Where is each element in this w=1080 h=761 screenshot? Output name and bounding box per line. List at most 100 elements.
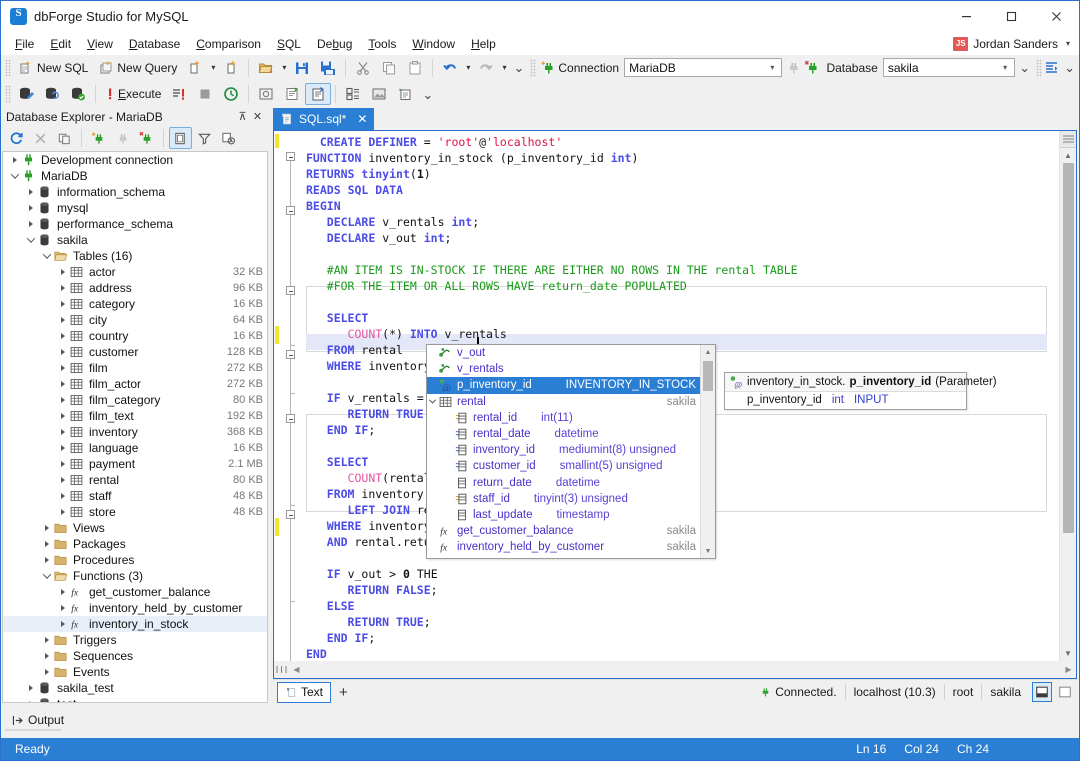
validate-database-button[interactable]	[65, 83, 91, 105]
toolbar2-overflow-icon[interactable]: ⌄	[418, 88, 437, 101]
execute-large-script-button[interactable]	[279, 83, 305, 105]
tree-node-rental[interactable]: rental80 KB	[3, 472, 267, 488]
collapse-arrow-icon[interactable]	[9, 173, 21, 179]
expand-arrow-icon[interactable]	[57, 413, 69, 419]
toolbar-grip[interactable]	[1036, 59, 1042, 77]
tree-node-category[interactable]: category16 KB	[3, 296, 267, 312]
close-icon[interactable]: ✕	[250, 110, 265, 123]
tree-node-actor[interactable]: actor32 KB	[3, 264, 267, 280]
expand-arrow-icon[interactable]	[25, 205, 37, 211]
save-all-button[interactable]	[315, 57, 341, 79]
autocomplete-item[interactable]: rental_idint(11)	[427, 410, 700, 426]
tree-node-views[interactable]: Views	[3, 520, 267, 536]
tree-node-country[interactable]: country16 KB	[3, 328, 267, 344]
autocomplete-scrollbar[interactable]: ▲ ▼	[700, 345, 715, 558]
open-file-button[interactable]	[253, 57, 279, 79]
new-object-button[interactable]	[182, 57, 208, 79]
collapse-arrow-icon[interactable]	[41, 573, 53, 579]
autocomplete-item[interactable]: rentalsakila	[427, 394, 700, 410]
autocomplete-list[interactable]: v_outv_rentals@p_inventory_idINVENTORY_I…	[427, 345, 700, 558]
fold-toggle-if-2[interactable]	[286, 510, 295, 519]
toolbar-overflow-icon[interactable]: ⌄	[509, 61, 528, 74]
expand-arrow-icon[interactable]	[9, 157, 21, 163]
toolbar-grip[interactable]	[5, 59, 11, 77]
editor-surface[interactable]: CREATE DEFINER = 'root'@'localhost'FUNCT…	[274, 131, 1076, 661]
scroll-right-arrow[interactable]: ▶	[1061, 665, 1076, 674]
autocomplete-item[interactable]: customer_idsmallint(5) unsigned	[427, 458, 700, 474]
scroll-thumb[interactable]	[1063, 163, 1074, 533]
new-file-button[interactable]	[218, 57, 244, 79]
chevron-down-icon[interactable]: ▾	[1063, 39, 1073, 48]
tree-node-staff[interactable]: staff48 KB	[3, 488, 267, 504]
chevron-down-icon[interactable]: ▾	[998, 63, 1012, 72]
scroll-up-arrow[interactable]: ▲	[701, 345, 716, 359]
expand-arrow-icon[interactable]	[41, 541, 53, 547]
expand-arrow-icon[interactable]	[57, 493, 69, 499]
expand-arrow-icon[interactable]	[41, 525, 53, 531]
tree-node-sequences[interactable]: Sequences	[3, 648, 267, 664]
fold-toggle-function[interactable]	[286, 152, 295, 161]
collapse-arrow-icon[interactable]	[41, 253, 53, 259]
menu-edit[interactable]: Edit	[42, 34, 79, 54]
delete-button[interactable]	[29, 127, 52, 149]
scroll-down-arrow[interactable]: ▼	[1060, 646, 1077, 661]
expand-arrow-icon[interactable]	[41, 557, 53, 563]
add-result-tab-button[interactable]: +	[331, 685, 356, 700]
collapse-arrow-icon[interactable]	[427, 399, 438, 404]
stop-button[interactable]	[192, 83, 218, 105]
new-connection-icon[interactable]	[540, 60, 556, 76]
tree-node-language[interactable]: language16 KB	[3, 440, 267, 456]
autocomplete-item[interactable]: fxinventory_held_by_customersakila	[427, 539, 700, 555]
menu-comparison[interactable]: Comparison	[188, 34, 269, 54]
expand-arrow-icon[interactable]	[57, 269, 69, 275]
expand-arrow-icon[interactable]	[57, 509, 69, 515]
expand-arrow-icon[interactable]	[25, 685, 37, 691]
tree-node-mariadb[interactable]: MariaDB	[3, 168, 267, 184]
expand-arrow-icon[interactable]	[25, 701, 37, 703]
tree-node-inventory[interactable]: inventory368 KB	[3, 424, 267, 440]
expand-arrow-icon[interactable]	[57, 621, 69, 627]
expand-arrow-icon[interactable]	[57, 301, 69, 307]
duplicate-object-button[interactable]	[53, 127, 76, 149]
toolbar-grip[interactable]	[530, 59, 536, 77]
expand-arrow-icon[interactable]	[25, 189, 37, 195]
execute-button[interactable]: Execute	[100, 83, 166, 105]
menu-sql[interactable]: SQL	[269, 34, 309, 54]
expand-arrow-icon[interactable]	[57, 365, 69, 371]
explain-plan-button[interactable]	[305, 83, 331, 105]
scroll-track[interactable]	[701, 359, 716, 544]
execute-to-file-button[interactable]	[166, 83, 192, 105]
refresh-database-button[interactable]	[39, 83, 65, 105]
expand-arrow-icon[interactable]	[41, 637, 53, 643]
format-sql-icon[interactable]	[1044, 60, 1060, 76]
autocomplete-popup[interactable]: v_outv_rentals@p_inventory_idINVENTORY_I…	[426, 344, 716, 559]
new-sql-button[interactable]: New SQL	[13, 57, 93, 79]
tree-node-test[interactable]: test	[3, 696, 267, 703]
pin-icon[interactable]: ⊼	[235, 110, 250, 123]
autocomplete-item[interactable]: @p_inventory_idINVENTORY_IN_STOCK	[427, 377, 700, 393]
expand-arrow-icon[interactable]	[57, 589, 69, 595]
autocomplete-item[interactable]: staff_idtinyint(3) unsigned	[427, 491, 700, 507]
new-query-button[interactable]: New Query	[93, 57, 182, 79]
menu-file[interactable]: File	[7, 34, 42, 54]
tree-node-procedures[interactable]: Procedures	[3, 552, 267, 568]
close-connection-icon[interactable]	[804, 60, 820, 76]
tab-text-result[interactable]: Text	[277, 682, 331, 703]
tree-node-address[interactable]: address96 KB	[3, 280, 267, 296]
split-horizontal-handle[interactable]	[274, 662, 289, 677]
tree-node-film[interactable]: film272 KB	[3, 360, 267, 376]
expand-arrow-icon[interactable]	[57, 445, 69, 451]
expand-arrow-icon[interactable]	[57, 397, 69, 403]
expand-arrow-icon[interactable]	[57, 461, 69, 467]
menu-database[interactable]: Database	[121, 34, 188, 54]
query-profiler-button[interactable]	[218, 83, 244, 105]
cut-button[interactable]	[350, 57, 376, 79]
new-object-dropdown-icon[interactable]: ▾	[208, 63, 218, 72]
query-options-button[interactable]	[340, 83, 366, 105]
tree-node-packages[interactable]: Packages	[3, 536, 267, 552]
autocomplete-item[interactable]: inventory_idmediumint(8) unsigned	[427, 442, 700, 458]
fold-toggle-begin[interactable]	[286, 206, 295, 215]
expand-arrow-icon[interactable]	[57, 429, 69, 435]
open-dropdown-icon[interactable]: ▾	[279, 63, 289, 72]
toggle-result-pane-button[interactable]	[1032, 682, 1052, 702]
